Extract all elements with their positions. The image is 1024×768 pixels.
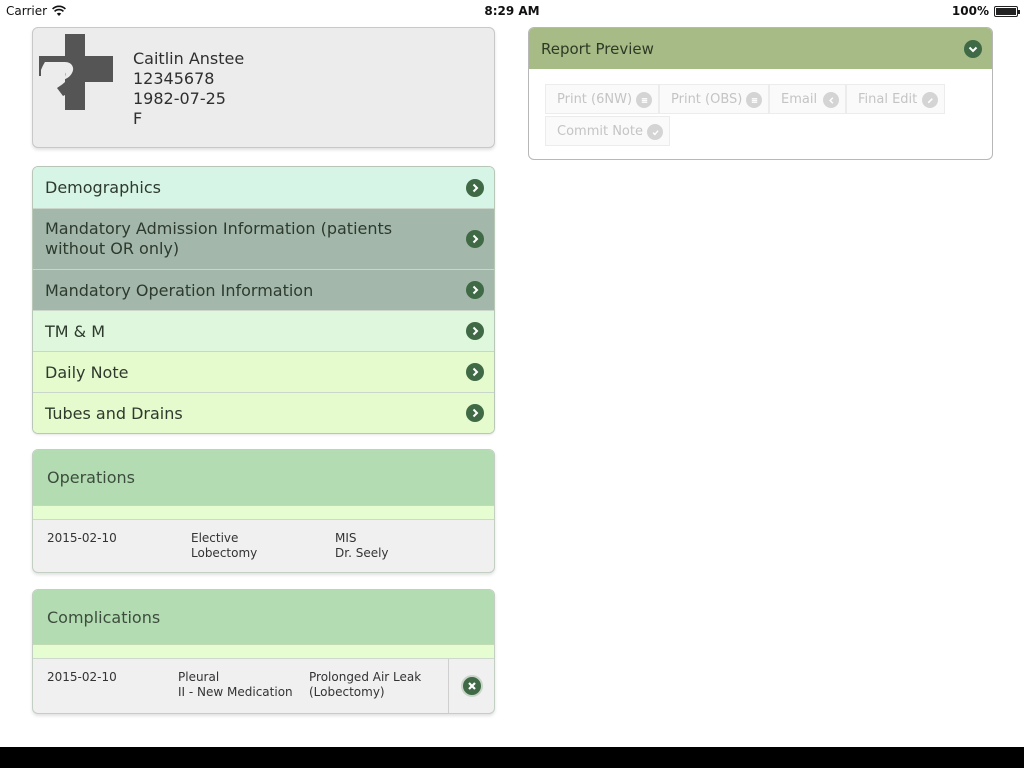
menu-item-label: Tubes and Drains [45,403,183,423]
button-label: Commit Note [557,123,643,139]
status-bar: Carrier 8:29 AM 100% [0,0,1024,22]
menu-item-label: Mandatory Admission Information (patient… [45,219,393,258]
complication-category-line2: II - New Medication [178,685,293,699]
medical-cross-logo-icon [39,34,113,110]
patient-card: Caitlin Anstee 12345678 1982-07-25 F [32,27,495,148]
report-preview-panel: Report Preview Print (6NW) Print (OBS) E… [528,27,993,160]
chevron-right-icon [466,404,484,422]
list-icon [746,92,762,108]
operations-title: Operations [33,450,494,505]
operation-approach: MIS Dr. Seely [335,531,389,561]
complication-desc-line1: Prolonged Air Leak [309,670,422,684]
check-icon [647,124,663,140]
operations-section: Operations 2015-02-10 Elective Lobectomy… [32,449,495,573]
battery-icon [994,5,1020,17]
menu-item-tubes-drains[interactable]: Tubes and Drains [33,392,494,433]
operations-subheader [33,505,494,520]
patient-id: 12345678 [133,69,215,88]
patient-name: Caitlin Anstee [133,49,245,68]
operation-row[interactable]: 2015-02-10 Elective Lobectomy MIS Dr. Se… [33,520,494,572]
complications-section: Complications 2015-02-10 Pleural II - Ne… [32,589,495,714]
menu-item-daily-note[interactable]: Daily Note [33,351,494,392]
complication-date: 2015-02-10 [47,670,117,684]
complication-desc-line2: (Lobectomy) [309,685,385,699]
chevron-right-icon [466,178,484,197]
section-menu: Demographics Mandatory Admission Informa… [32,166,495,434]
report-preview-header[interactable]: Report Preview [529,28,992,69]
list-icon [636,92,652,108]
pencil-icon [922,92,938,108]
operation-type-line1: Elective [191,531,239,545]
menu-item-mandatory-admission[interactable]: Mandatory Admission Information (patient… [33,208,494,269]
report-preview-title: Report Preview [541,39,654,58]
menu-item-label: TM & M [45,321,106,341]
delete-cell [448,659,494,713]
complication-category-line1: Pleural [178,670,220,684]
operation-approach-line1: MIS [335,531,357,545]
clock: 8:29 AM [484,4,540,18]
menu-item-tm-m[interactable]: TM & M [33,310,494,351]
complication-description: Prolonged Air Leak (Lobectomy) [309,670,421,700]
complication-row[interactable]: 2015-02-10 Pleural II - New Medication P… [33,659,494,713]
chevron-right-icon [466,230,484,248]
commit-note-button[interactable]: Commit Note [545,116,670,146]
complication-category: Pleural II - New Medication [178,670,293,700]
operation-approach-line2: Dr. Seely [335,546,389,560]
delete-complication-button[interactable] [460,675,483,697]
chevron-down-icon[interactable] [964,40,982,58]
menu-item-demographics[interactable]: Demographics [33,167,494,208]
battery-percent: 100% [951,4,989,18]
button-label: Final Edit [858,91,918,107]
bottom-bar [0,747,1024,768]
patient-dob: 1982-07-25 [133,89,226,108]
menu-item-mandatory-operation[interactable]: Mandatory Operation Information [33,269,494,310]
chevron-right-icon [466,363,484,381]
button-label: Email [781,91,818,107]
print-obs-button[interactable]: Print (OBS) [659,84,769,114]
operation-date: 2015-02-10 [47,531,117,545]
patient-sex: F [133,109,143,128]
complications-subheader [33,644,494,659]
print-6nw-button[interactable]: Print (6NW) [545,84,659,114]
status-bar-right: 100% [951,4,1020,18]
menu-item-label: Daily Note [45,362,129,382]
email-button[interactable]: Email [769,84,846,114]
final-edit-button[interactable]: Final Edit [846,84,945,114]
button-label: Print (6NW) [557,91,633,107]
complications-title: Complications [33,590,494,644]
menu-item-label: Demographics [45,178,161,197]
patient-info: Caitlin Anstee 12345678 1982-07-25 F [133,49,244,129]
operation-type: Elective Lobectomy [191,531,257,561]
operation-type-line2: Lobectomy [191,546,258,560]
chevron-right-icon [466,281,484,299]
close-icon [467,682,476,690]
menu-item-label: Mandatory Operation Information [45,280,314,300]
button-label: Print (OBS) [671,91,743,107]
chevron-right-icon [466,322,484,340]
send-icon [823,92,839,108]
